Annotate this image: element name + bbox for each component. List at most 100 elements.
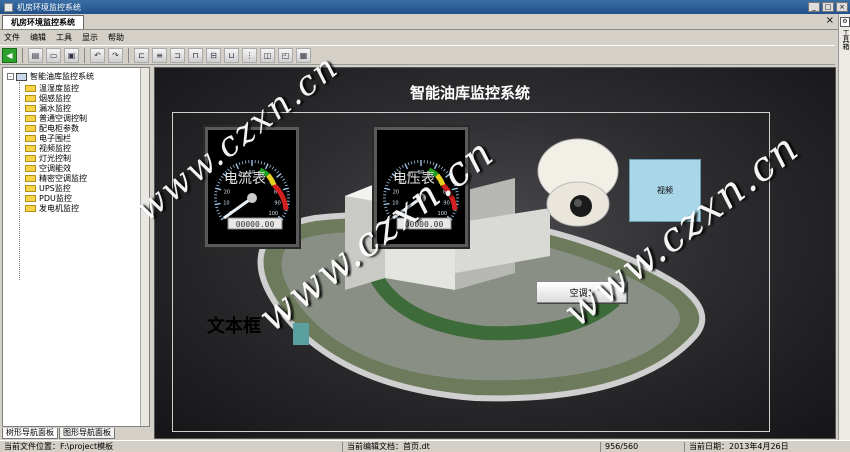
tree-item[interactable]: PDU监控 [25,193,87,203]
undo-icon[interactable]: ↶ [90,47,105,63]
folder-icon [25,134,36,142]
design-canvas[interactable]: 智能油库监控系统 0102030405060708090100 00000.00… [154,67,836,439]
tab-graphic-nav[interactable]: 图形导航面板 [59,428,115,439]
folder-icon [25,164,36,172]
gauge-tick [383,191,387,193]
maximize-button[interactable]: □ [822,2,834,12]
menu-view[interactable]: 显示 [82,32,98,43]
gauge-tick [215,206,219,209]
gauge-tick [387,178,391,181]
folder-icon [25,94,36,102]
gauge-tick [414,160,416,164]
minimize-button[interactable]: _ [808,2,820,12]
gauge-tick-label: 100 [438,211,448,217]
tree-item[interactable]: 烟感监控 [25,93,87,103]
tree-scrollbar[interactable] [140,68,149,426]
gauge-tick [410,161,413,165]
collapse-icon[interactable]: - [7,73,14,80]
align-middle-icon[interactable]: ⊟ [206,47,221,63]
align-top-icon[interactable]: ⊓ [188,47,203,63]
tree-item[interactable]: 电子围栏 [25,133,87,143]
run-icon[interactable]: ◀ [2,47,17,63]
tree-item[interactable]: 精密空调监控 [25,173,87,183]
tree-root[interactable]: - 智能油库监控系统 [7,71,94,82]
align-right-icon[interactable]: ⊐ [170,47,185,63]
save-icon[interactable]: ▣ [64,47,79,63]
tree-item[interactable]: 配电柜参数 [25,123,87,133]
tree-list: 温湿度监控 烟感监控 漏水监控 普通空调控制 配电柜参数 电子围栏 视频监控 灯光控制 空调能效… [25,83,87,213]
tree-item[interactable]: 漏水监控 [25,103,87,113]
align-bottom-icon[interactable]: ⊔ [224,47,239,63]
folder-icon [25,114,36,122]
group-icon[interactable]: ◫ [260,47,275,63]
menu-help[interactable]: 帮助 [108,32,124,43]
folder-icon [25,104,36,112]
menu-tools[interactable]: 工具 [56,32,72,43]
tree-root-label: 智能油库监控系统 [30,72,94,81]
gauge-tick [432,162,435,166]
tree-navigation-panel: - 智能油库监控系统 温湿度监控 烟感监控 漏水监控 普通空调控制 配电柜参数 电子围栏视… [2,67,150,427]
toolbox-icon[interactable]: ⚙ [840,17,850,27]
toolbar-separator [22,47,23,63]
gauge-tick [269,164,272,168]
gauge-tick [216,184,220,187]
layer-icon[interactable]: ▦ [296,47,311,63]
ac1-button[interactable]: 空调1 [536,281,627,303]
tree-item[interactable]: 视频监控 [25,143,87,153]
gauge-tick [385,209,389,212]
gauge-tick [274,168,277,172]
gauge-tick [383,202,390,206]
redo-icon[interactable]: ↷ [108,47,123,63]
gauge-tick [263,162,266,166]
distribute-icon[interactable]: ⋮ [242,47,257,63]
tree-item[interactable]: 空调能效 [25,163,87,173]
gauge-tick [384,187,391,191]
gauge-tick [260,161,263,165]
tree-item[interactable]: 灯光控制 [25,153,87,163]
menu-edit[interactable]: 编辑 [30,32,46,43]
open-icon[interactable]: ▭ [46,47,61,63]
tree-item[interactable]: 普通空调控制 [25,113,87,123]
toolbox-label: 工具箱 [842,29,850,50]
toolbox-strip[interactable]: ⚙ 工具箱 [838,14,850,440]
gauge-tick [386,181,390,184]
align-left-icon[interactable]: ⊏ [134,47,149,63]
gauge-tick [440,166,444,170]
gauge-tick [387,215,391,218]
folder-icon [25,144,36,152]
text-box[interactable]: 文本框 [207,312,261,338]
canvas-title[interactable]: 智能油库监控系统 [410,82,530,103]
gauge-tick [245,160,247,164]
video-panel[interactable]: 视频 [629,159,701,222]
folder-icon [25,174,36,182]
menu-file[interactable]: 文件 [4,32,20,43]
new-icon[interactable]: ▤ [28,47,43,63]
app-icon [4,2,13,12]
tree-item[interactable]: 温湿度监控 [25,83,87,93]
toolbar-separator [84,47,85,63]
tree-item[interactable]: 发电机监控 [25,203,87,213]
gauge-tick [271,166,275,170]
ammeter-gauge[interactable]: 0102030405060708090100 00000.00 电流表 [203,125,301,249]
gauge-tick [217,181,221,184]
gauge-tick [220,175,224,179]
ungroup-icon[interactable]: ◰ [278,47,293,63]
close-button[interactable]: × [836,2,848,12]
gauge-tick [238,162,241,166]
voltmeter-gauge[interactable]: 0102030405060708090100 00000.00 电压表 [372,125,470,249]
gauge-tick [452,212,456,215]
document-tab-row: 机房环境监控系统 × [0,14,850,30]
toolbar: ◀ ▤ ▭ ▣ ↶ ↷ ⊏ ≡ ⊐ ⊓ ⊟ ⊔ ⋮ ◫ ◰ ▦ [0,45,835,65]
tree-connector [19,82,20,280]
document-tab[interactable]: 机房环境监控系统 [2,15,84,29]
tab-tree-nav[interactable]: 树形导航面板 [2,428,58,439]
folder-icon [25,204,36,212]
align-center-icon[interactable]: ≡ [152,47,167,63]
gauge-tick [282,215,286,218]
tree-item[interactable]: UPS监控 [25,183,87,193]
document-close-icon[interactable]: × [826,15,834,27]
gauge-tick [385,184,389,187]
gauge-tick [451,178,455,181]
folder-icon [25,184,36,192]
ammeter-digits: 00000.00 [236,220,275,229]
